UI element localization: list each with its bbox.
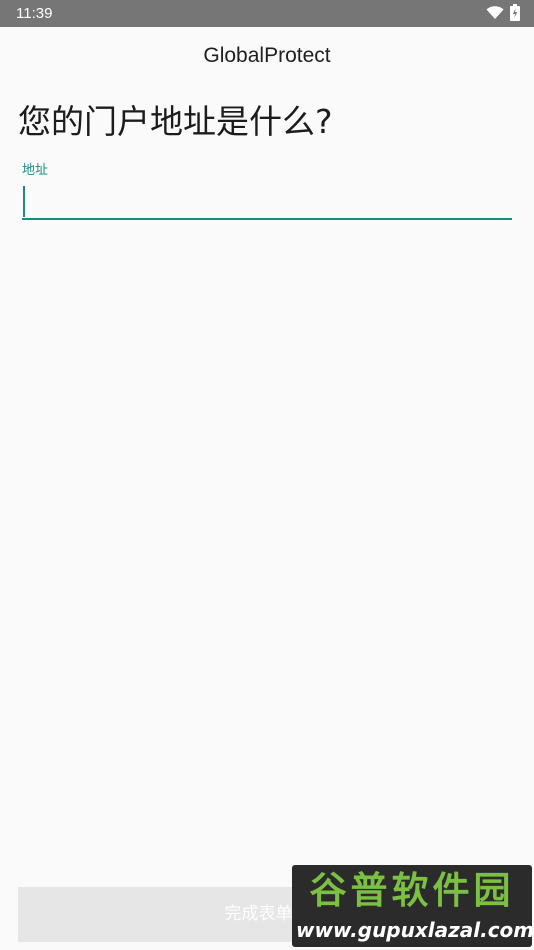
text-caret xyxy=(23,186,25,217)
address-input-underline xyxy=(22,218,512,220)
wifi-icon xyxy=(486,5,504,24)
app-title: GlobalProtect xyxy=(203,44,331,67)
watermark: 谷普软件园 www.gupuxlazal.com xyxy=(292,865,532,947)
status-time: 11:39 xyxy=(16,5,53,22)
battery-charging-icon xyxy=(510,3,520,25)
watermark-url: www.gupuxlazal.com xyxy=(296,918,532,942)
address-input[interactable] xyxy=(22,185,512,217)
portal-address-field[interactable]: 地址 xyxy=(22,160,512,222)
address-label: 地址 xyxy=(22,163,49,178)
page-question: 您的门户地址是什么? xyxy=(18,102,333,141)
status-icons xyxy=(486,3,520,25)
status-bar: 11:39 xyxy=(0,0,534,27)
watermark-logo: 谷普软件园 xyxy=(309,869,515,912)
